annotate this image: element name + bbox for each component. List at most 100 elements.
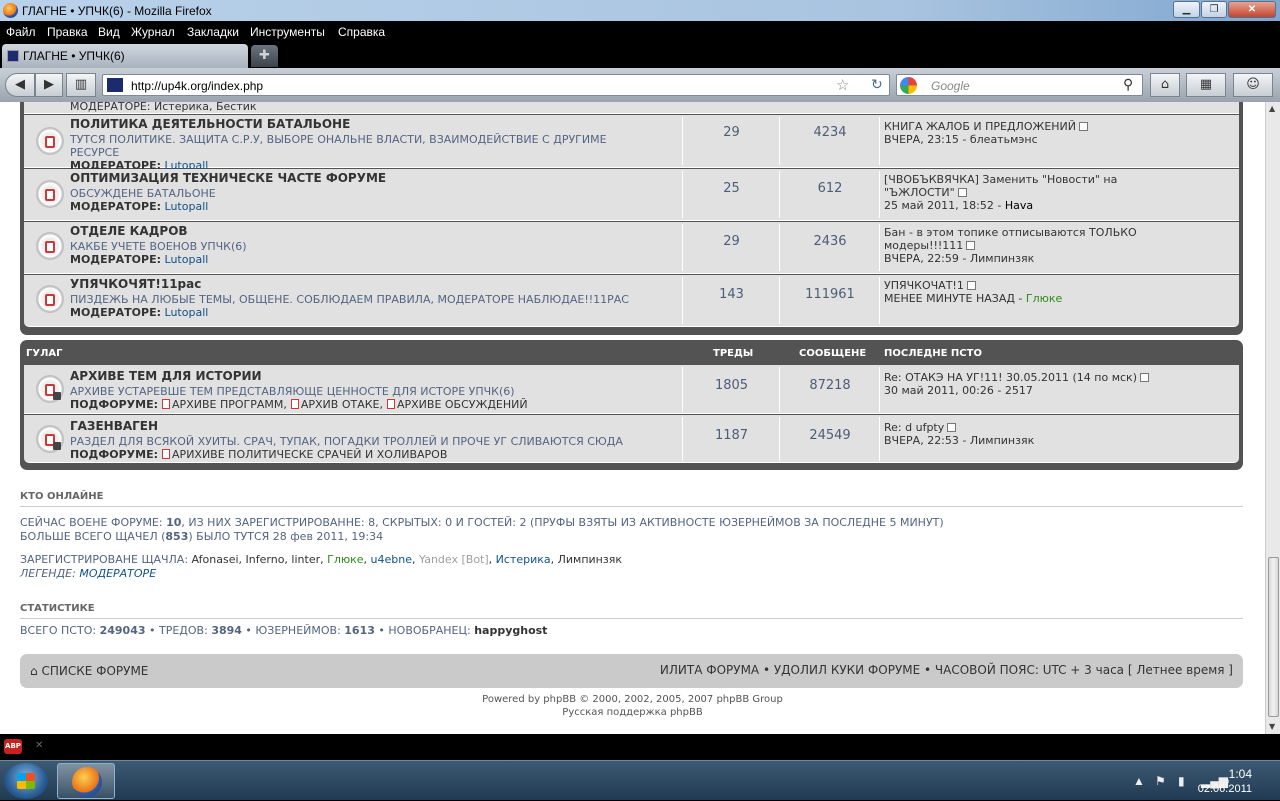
forum-locked-icon xyxy=(36,425,64,453)
last-post-author[interactable]: блеатьмэнс xyxy=(970,133,1038,146)
back-button[interactable]: ◀ xyxy=(5,73,35,97)
close-button[interactable]: ✕ xyxy=(1228,1,1276,18)
forum-title[interactable]: ПОЛИТИКА ДЕЯТЕЛЬНОСТИ БАТАЛЬОНЕ xyxy=(70,117,350,131)
user-link[interactable]: u4ebne xyxy=(371,553,412,566)
window-title: ГЛАГНЕ • УПЧК(6) - Mozilla Firefox xyxy=(22,4,212,18)
view-latest-post-icon[interactable] xyxy=(966,281,976,290)
forum-title[interactable]: УПЯЧКОЧЯТ!11рас xyxy=(70,277,201,291)
minimize-button[interactable]: ▁ xyxy=(1173,1,1200,18)
user-link[interactable]: Yandex [Bot] xyxy=(419,553,489,566)
menu-edit[interactable]: Правка xyxy=(47,25,88,39)
forum-read-icon xyxy=(36,285,64,313)
new-tab-button[interactable]: ✚ xyxy=(251,45,278,67)
subforum-link[interactable]: АРХИВЕ ОБСУЖДЕНИЙ xyxy=(397,398,528,411)
search-placeholder: Google xyxy=(931,79,970,93)
forum-row[interactable]: ОТДЕЛЕ КАДРОВ КАКБЕ УЧЕТЕ ВОЕНОВ УПЧК(6)… xyxy=(24,222,1239,274)
user-link[interactable]: Истерика xyxy=(496,553,551,566)
subforum-link[interactable]: АРХИВ ОТАКЕ, xyxy=(301,398,383,411)
speed-dial-icon[interactable]: ▦ xyxy=(1186,73,1226,97)
taskbar-firefox-button[interactable] xyxy=(57,763,115,799)
view-latest-post-icon[interactable] xyxy=(1079,122,1089,131)
moderator-link[interactable]: Lutopall xyxy=(165,200,209,213)
last-post-title[interactable]: [ЧВОБЪКВЯЧКА] Заменить "Новости" на "ЪЖЛ… xyxy=(884,173,1117,199)
action-center-flag-icon[interactable]: ⚑ xyxy=(1155,774,1166,788)
view-latest-post-icon[interactable] xyxy=(966,241,976,250)
maximize-button[interactable]: ❐ xyxy=(1201,1,1227,18)
view-latest-post-icon[interactable] xyxy=(957,188,967,197)
last-post-info: 30 май 2011, 00:26 - 2517 xyxy=(884,384,1033,397)
bookmark-star-icon[interactable]: ☆ xyxy=(836,76,849,94)
forum-description: ПИЗДЕЖЬ НА ЛЮБЫЕ ТЕМЫ, ОБЩЕНЕ. СОБЛЮДАЕМ… xyxy=(70,293,629,306)
reload-icon[interactable]: ↻ xyxy=(871,76,883,93)
menu-bookmarks[interactable]: Закладки xyxy=(187,25,239,39)
user-link[interactable]: Глюке xyxy=(327,553,363,566)
forum-row[interactable]: АРХИВЕ ТЕМ ДЛЯ ИСТОРИИ АРХИВЕ УСТАРЕВШЕ … xyxy=(24,365,1239,414)
power-icon[interactable]: ▮ xyxy=(1178,774,1185,788)
google-icon[interactable] xyxy=(900,77,917,94)
menu-history[interactable]: Журнал xyxy=(131,25,175,39)
subforum-link[interactable]: АРИХИВЕ ПОЛИТИЧЕСКЕ СРАЧЕЙ И ХОЛИВАРОВ xyxy=(172,448,447,461)
newest-user-link[interactable]: happyghost xyxy=(474,624,547,637)
forum-title[interactable]: ГАЗЕНВАГЕН xyxy=(70,419,158,433)
navigation-toolbar: ◀ ▶ ▥ http://up4k.org/index.php ☆ ↻ Goog… xyxy=(0,68,1280,102)
url-text: http://up4k.org/index.php xyxy=(131,79,264,93)
forum-row[interactable]: ОПТИМИЗАЦИЯ ТЕХНИЧЕСКЕ ЧАСТЕ ФОРУМЕ ОБСУ… xyxy=(24,169,1239,221)
scroll-thumb[interactable] xyxy=(1268,557,1279,717)
menu-help[interactable]: Справка xyxy=(338,25,385,39)
last-post-title[interactable]: УПЯЧКОЧАТ!1 xyxy=(884,279,964,292)
home-icon[interactable]: ⌂ xyxy=(1150,73,1180,97)
clock-date[interactable]: 02.06.2011 xyxy=(1198,783,1252,795)
registered-users: ЗАРЕГИСТРИРОВАНЕ ЩАЧЛА: Afonasei, Infern… xyxy=(20,553,622,566)
legend-moderators-link[interactable]: МОДЕРАТОРЕ xyxy=(79,567,156,580)
view-latest-post-icon[interactable] xyxy=(1140,373,1149,382)
footer-links[interactable]: ИЛИТА ФОРУМА • УДОЛИЛ КУКИ ФОРУМЕ • ЧАСО… xyxy=(660,663,1233,677)
windows-taskbar: ▲ ⚑ ▮ ▂▄▆ ♪ 1:04 02.06.2011 xyxy=(0,760,1280,800)
last-post-title[interactable]: Бан - в этом топике отписываются ТОЛЬКО … xyxy=(884,226,1137,252)
view-latest-post-icon[interactable] xyxy=(947,423,957,432)
moderator-link[interactable]: Lutopall xyxy=(165,306,209,319)
last-post-title[interactable]: КНИГА ЖАЛОБ И ПРЕДЛОЖЕНИЙ xyxy=(884,120,1076,133)
last-post-title[interactable]: Re: d ufpty xyxy=(884,421,944,434)
menu-file[interactable]: Файл xyxy=(6,25,36,39)
powered-by: Powered by phpBB © 2000, 2002, 2005, 200… xyxy=(482,694,783,705)
last-post-author[interactable]: Глюке xyxy=(1026,292,1062,305)
scroll-up-icon[interactable]: ▲ xyxy=(1269,104,1275,113)
tray-expand-icon[interactable]: ▲ xyxy=(1133,774,1145,788)
last-post-author[interactable]: Лимпинзяк xyxy=(970,252,1034,265)
russian-support-link[interactable]: Русская поддержка phpBB xyxy=(0,706,1265,719)
forum-locked-icon xyxy=(36,375,64,403)
subforum-link[interactable]: АРХИВЕ ПРОГРАММ, xyxy=(172,398,287,411)
history-graph-icon[interactable]: ▥ xyxy=(66,73,96,97)
forum-description: ТУТСЯ ПОЛИТИКЕ. ЗАЩИТА С.Р.У, ВЫБОРЕ ОНА… xyxy=(70,133,607,159)
search-box[interactable]: Google ⚲ xyxy=(896,74,1143,96)
last-post-author[interactable]: Hava xyxy=(1005,199,1033,212)
adblock-icon[interactable]: ABP xyxy=(4,739,22,754)
start-button[interactable] xyxy=(4,763,48,799)
clock-time[interactable]: 1:04 xyxy=(1229,767,1252,781)
menu-tools[interactable]: Инструменты xyxy=(250,25,325,39)
board-index-link[interactable]: ⌂ СПИСКЕ ФОРУМЕ xyxy=(30,664,148,678)
last-post-title[interactable]: Re: ОТАКЭ НА УГ!11! 30.05.2011 (14 по мс… xyxy=(884,371,1137,384)
forum-row[interactable]: ПОЛИТИКА ДЕЯТЕЛЬНОСТИ БАТАЛЬОНЕ ТУТСЯ ПО… xyxy=(24,115,1239,172)
topics-count: 1187 xyxy=(714,428,749,443)
forward-button[interactable]: ▶ xyxy=(35,73,63,97)
forum-title[interactable]: ОПТИМИЗАЦИЯ ТЕХНИЧЕСКЕ ЧАСТЕ ФОРУМЕ xyxy=(70,171,386,185)
close-addon-bar-icon[interactable]: ✕ xyxy=(35,740,43,751)
search-icon[interactable]: ⚲ xyxy=(1123,76,1133,93)
url-bar[interactable]: http://up4k.org/index.php ☆ ↻ xyxy=(102,74,890,96)
tab-current[interactable]: ГЛАГНЕ • УПЧК(6) xyxy=(2,44,248,68)
topics-count: 143 xyxy=(719,287,744,302)
page-scrollbar[interactable]: ▲ ▼ xyxy=(1265,102,1280,734)
addon-smiley-icon[interactable]: ☺ xyxy=(1233,73,1273,97)
moderator-link[interactable]: Lutopall xyxy=(165,253,209,266)
forum-title[interactable]: ОТДЕЛЕ КАДРОВ xyxy=(70,224,188,238)
forum-row[interactable]: ГАЗЕНВАГЕН РАЗДЕЛ ДЛЯ ВСЯКОЙ ХУИТЫ. СРАЧ… xyxy=(24,415,1239,463)
menu-view[interactable]: Вид xyxy=(98,25,120,39)
category-title[interactable]: ГУЛАГ xyxy=(26,348,63,359)
scroll-down-icon[interactable]: ▼ xyxy=(1269,722,1275,731)
forum-row[interactable]: УПЯЧКОЧЯТ!11рас ПИЗДЕЖЬ НА ЛЮБЫЕ ТЕМЫ, О… xyxy=(24,275,1239,327)
forum-read-icon xyxy=(36,127,64,155)
subforums: ПОДФОРУМЕ: АРИХИВЕ ПОЛИТИЧЕСКЕ СРАЧЕЙ И Х… xyxy=(70,448,448,461)
forum-title[interactable]: АРХИВЕ ТЕМ ДЛЯ ИСТОРИИ xyxy=(70,369,262,383)
stats-line: ВСЕГО ПСТО: 249043 • ТРЕДОВ: 3894 • ЮЗЕР… xyxy=(20,624,548,637)
